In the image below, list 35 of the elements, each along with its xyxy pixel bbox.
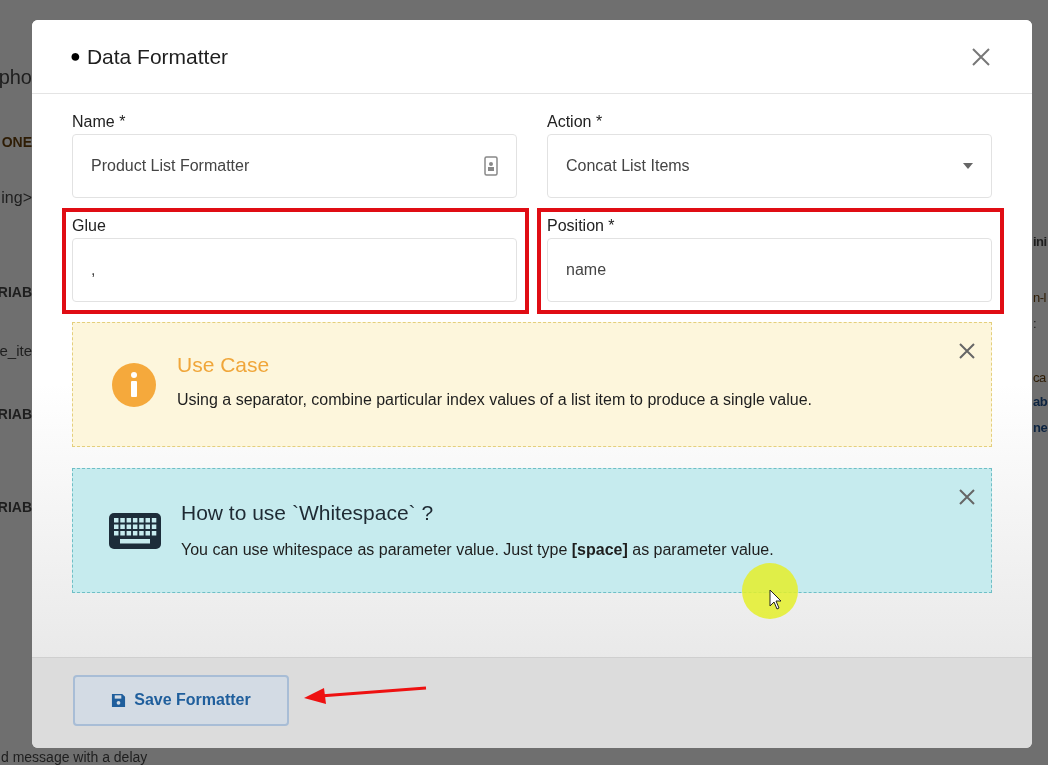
- background-text: pho: [0, 65, 32, 90]
- cursor-highlight-icon: [741, 562, 799, 620]
- background-text: e_ite: [0, 341, 32, 361]
- field-label: Name *: [72, 112, 127, 132]
- alert-text: You can use whitespace as parameter value. Just type [space] as parameter value.: [181, 540, 774, 561]
- close-button[interactable]: [957, 487, 977, 507]
- save-button[interactable]: Save Formatter: [73, 674, 289, 726]
- contact-card-icon: [484, 156, 498, 176]
- background-text: d message with a delay: [1, 749, 148, 765]
- background-text: ing>: [0, 188, 32, 208]
- info-icon: [111, 361, 157, 408]
- background-text: ne: [1033, 419, 1048, 437]
- background-text: :: [1033, 315, 1037, 333]
- alert-text: Using a separator, combine particular index values of a list item to produce a single value.: [177, 390, 812, 411]
- save-icon: [111, 692, 127, 708]
- dialog-title: Data Formatter: [86, 43, 229, 70]
- field-label: Glue: [72, 216, 107, 236]
- caret-icon: [963, 163, 973, 169]
- background-text: ab: [1033, 393, 1048, 411]
- field-label: Action *: [547, 112, 604, 132]
- background-text: ONE: [0, 133, 32, 152]
- title-bullet: ●: [70, 45, 81, 68]
- select-field[interactable]: Concat List Items: [547, 134, 992, 198]
- keyboard-icon: [109, 512, 161, 549]
- field-label: Position *: [547, 216, 616, 236]
- background-text: ca: [1033, 369, 1046, 387]
- input-field[interactable]: ,: [72, 238, 517, 302]
- input-field[interactable]: name: [547, 238, 992, 302]
- close-button[interactable]: [957, 341, 977, 361]
- alert-title: How to use `Whitespace` ?: [181, 499, 435, 526]
- input-field[interactable]: Product List Formatter: [72, 134, 517, 198]
- background-text: n-l: [1033, 289, 1046, 307]
- close-button[interactable]: [970, 45, 992, 68]
- background-text: ini: [1033, 233, 1047, 251]
- alert-title: Use Case: [177, 351, 271, 378]
